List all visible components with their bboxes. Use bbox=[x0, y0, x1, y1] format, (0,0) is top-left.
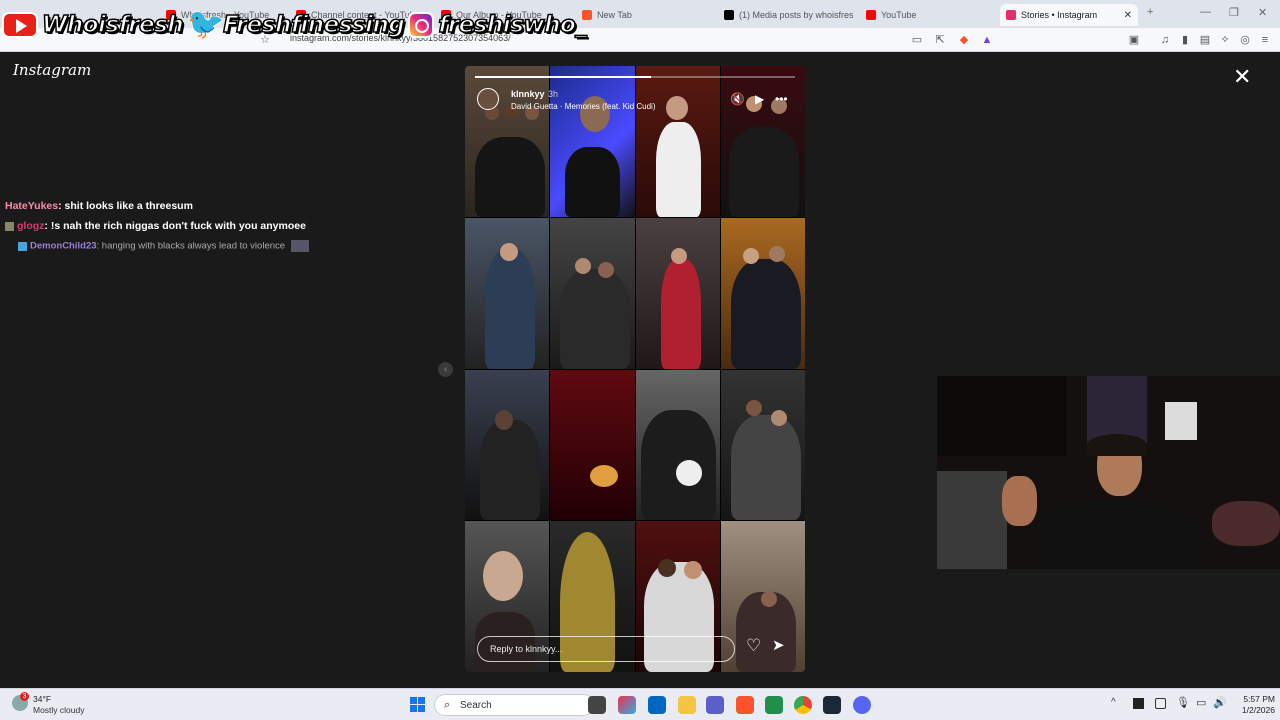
windows-start-icon[interactable] bbox=[410, 697, 426, 713]
streamer-webcam bbox=[937, 376, 1280, 569]
youtube-logo-icon bbox=[2, 12, 38, 38]
menu-icon[interactable]: ≡ bbox=[1258, 33, 1272, 47]
weather-description[interactable]: Mostly cloudy bbox=[33, 705, 85, 715]
collage-photo bbox=[720, 217, 805, 369]
app-icon[interactable] bbox=[765, 696, 783, 714]
chat-emote-icon bbox=[290, 240, 309, 252]
microphone-icon[interactable]: 🎙 bbox=[1176, 696, 1190, 709]
share-icon[interactable]: ⇱ bbox=[933, 33, 947, 47]
volume-icon[interactable]: 🔊 bbox=[1213, 696, 1227, 709]
close-tab-icon[interactable]: ✕ bbox=[1124, 10, 1132, 21]
chevron-up-icon[interactable]: ^ bbox=[1111, 697, 1116, 708]
weather-temperature[interactable]: 34°F bbox=[33, 694, 51, 704]
copilot-icon[interactable] bbox=[618, 696, 636, 714]
story-photo-collage bbox=[465, 66, 805, 672]
file-explorer-icon[interactable] bbox=[678, 696, 696, 714]
poster bbox=[1165, 402, 1197, 440]
chat-message: HateYukes: shit looks like a threesum bbox=[5, 200, 193, 212]
story-song[interactable]: David Guetta · Memories (feat. Kid Cudi) bbox=[511, 102, 656, 111]
wallet-icon[interactable]: ▤ bbox=[1198, 33, 1212, 47]
teams-icon[interactable] bbox=[706, 696, 724, 714]
collage-photo bbox=[465, 369, 550, 521]
play-icon[interactable]: ▶ bbox=[755, 92, 764, 106]
vpn-icon[interactable]: ◎ bbox=[1238, 33, 1252, 47]
x-icon bbox=[724, 10, 734, 20]
network-icon[interactable]: ▭ bbox=[1196, 696, 1206, 709]
collage-photo bbox=[550, 369, 635, 521]
screen: Whoisfresh - YouTube Channel content - Y… bbox=[0, 0, 1280, 720]
windows-taskbar: 3 34°F Mostly cloudy ⌕ Search ^ 🎙 ▭ 🔊 5:… bbox=[0, 688, 1280, 720]
streamer-hand bbox=[1002, 476, 1037, 526]
story-header: klnnkyy 3h David Guetta · Memories (feat… bbox=[475, 86, 795, 116]
chat-badge-icon bbox=[5, 221, 14, 231]
tray-app-icon[interactable] bbox=[1133, 698, 1144, 709]
clock-time[interactable]: 5:57 PM bbox=[1235, 694, 1275, 704]
story-progress-fill bbox=[475, 76, 651, 78]
tab-new-tab[interactable]: New Tab bbox=[576, 4, 711, 26]
instagram-wordmark[interactable]: Instagram bbox=[13, 61, 91, 79]
send-icon[interactable]: ➤ bbox=[772, 636, 785, 654]
tab-instagram-stories[interactable]: Stories • Instagram ✕ bbox=[1000, 4, 1138, 26]
store-icon[interactable] bbox=[648, 696, 666, 714]
collage-photo bbox=[550, 217, 635, 369]
collage-photo bbox=[635, 369, 720, 521]
story-progress-bar bbox=[475, 76, 795, 78]
new-tab-button[interactable]: + bbox=[1147, 6, 1153, 18]
close-story-button[interactable]: ✕ bbox=[1233, 66, 1251, 88]
tray-app-icon[interactable] bbox=[1155, 698, 1166, 709]
tab-x-media[interactable]: (1) Media posts by whoisfresh bbox=[718, 4, 853, 26]
instagram-logo-icon bbox=[408, 12, 435, 38]
avatar[interactable] bbox=[477, 88, 499, 110]
stream-overlay-banner: Whoisfresh 🐦 Freshfinessing freshiswho_ bbox=[2, 6, 588, 44]
search-icon: ⌕ bbox=[444, 699, 451, 711]
previous-story-button[interactable]: ‹ bbox=[438, 362, 453, 377]
collage-photo bbox=[720, 369, 805, 521]
collage-photo bbox=[635, 217, 720, 369]
steam-icon[interactable] bbox=[823, 696, 841, 714]
instagram-handle: freshiswho_ bbox=[438, 11, 588, 39]
youtube-handle: Whoisfresh bbox=[41, 11, 184, 39]
story-username[interactable]: klnnkyy bbox=[511, 89, 545, 99]
panel-icon[interactable]: ▮ bbox=[1178, 33, 1192, 47]
sidebar-icon[interactable]: ▣ bbox=[1127, 33, 1141, 47]
taskbar-search[interactable]: ⌕ Search bbox=[434, 694, 594, 716]
chat-message: glogz: !s nah the rich niggas don't fuck… bbox=[5, 220, 306, 232]
weather-badge: 3 bbox=[20, 692, 29, 701]
streamer-shirt bbox=[1037, 501, 1197, 569]
brave-shields-icon[interactable]: ◆ bbox=[957, 33, 971, 47]
brave-rewards-icon[interactable]: ▲ bbox=[980, 33, 994, 47]
chat-message: DemonChild23: hanging with blacks always… bbox=[18, 240, 309, 252]
instagram-icon bbox=[1006, 10, 1016, 20]
close-window-icon[interactable]: ✕ bbox=[1258, 6, 1267, 19]
ai-icon[interactable]: ✧ bbox=[1218, 33, 1232, 47]
mute-icon[interactable]: 🔇 bbox=[730, 92, 745, 106]
media-icon[interactable]: ♫ bbox=[1158, 33, 1172, 47]
more-options-icon[interactable]: ••• bbox=[775, 92, 788, 106]
clock-date[interactable]: 1/2/2026 bbox=[1227, 705, 1275, 715]
twitter-bird-icon: 🐦 bbox=[187, 8, 225, 41]
story-card[interactable]: klnnkyy 3h David Guetta · Memories (feat… bbox=[465, 66, 805, 672]
task-view-icon[interactable] bbox=[588, 696, 606, 714]
like-heart-icon[interactable]: ♡ bbox=[746, 636, 761, 656]
story-timestamp: 3h bbox=[548, 89, 559, 99]
twitter-handle: Freshfinessing bbox=[222, 11, 405, 39]
tab-youtube[interactable]: YouTube bbox=[860, 4, 995, 26]
youtube-icon bbox=[866, 10, 876, 20]
minimize-icon[interactable]: — bbox=[1200, 6, 1211, 18]
cast-icon[interactable]: ▭ bbox=[910, 33, 924, 47]
reply-input[interactable]: Reply to klnnkyy... bbox=[477, 636, 735, 662]
maximize-icon[interactable]: ❐ bbox=[1229, 6, 1239, 19]
discord-icon[interactable] bbox=[853, 696, 871, 714]
collage-photo bbox=[465, 217, 550, 369]
chrome-icon[interactable] bbox=[794, 696, 812, 714]
brave-icon[interactable] bbox=[736, 696, 754, 714]
chat-badge-icon bbox=[18, 241, 27, 251]
